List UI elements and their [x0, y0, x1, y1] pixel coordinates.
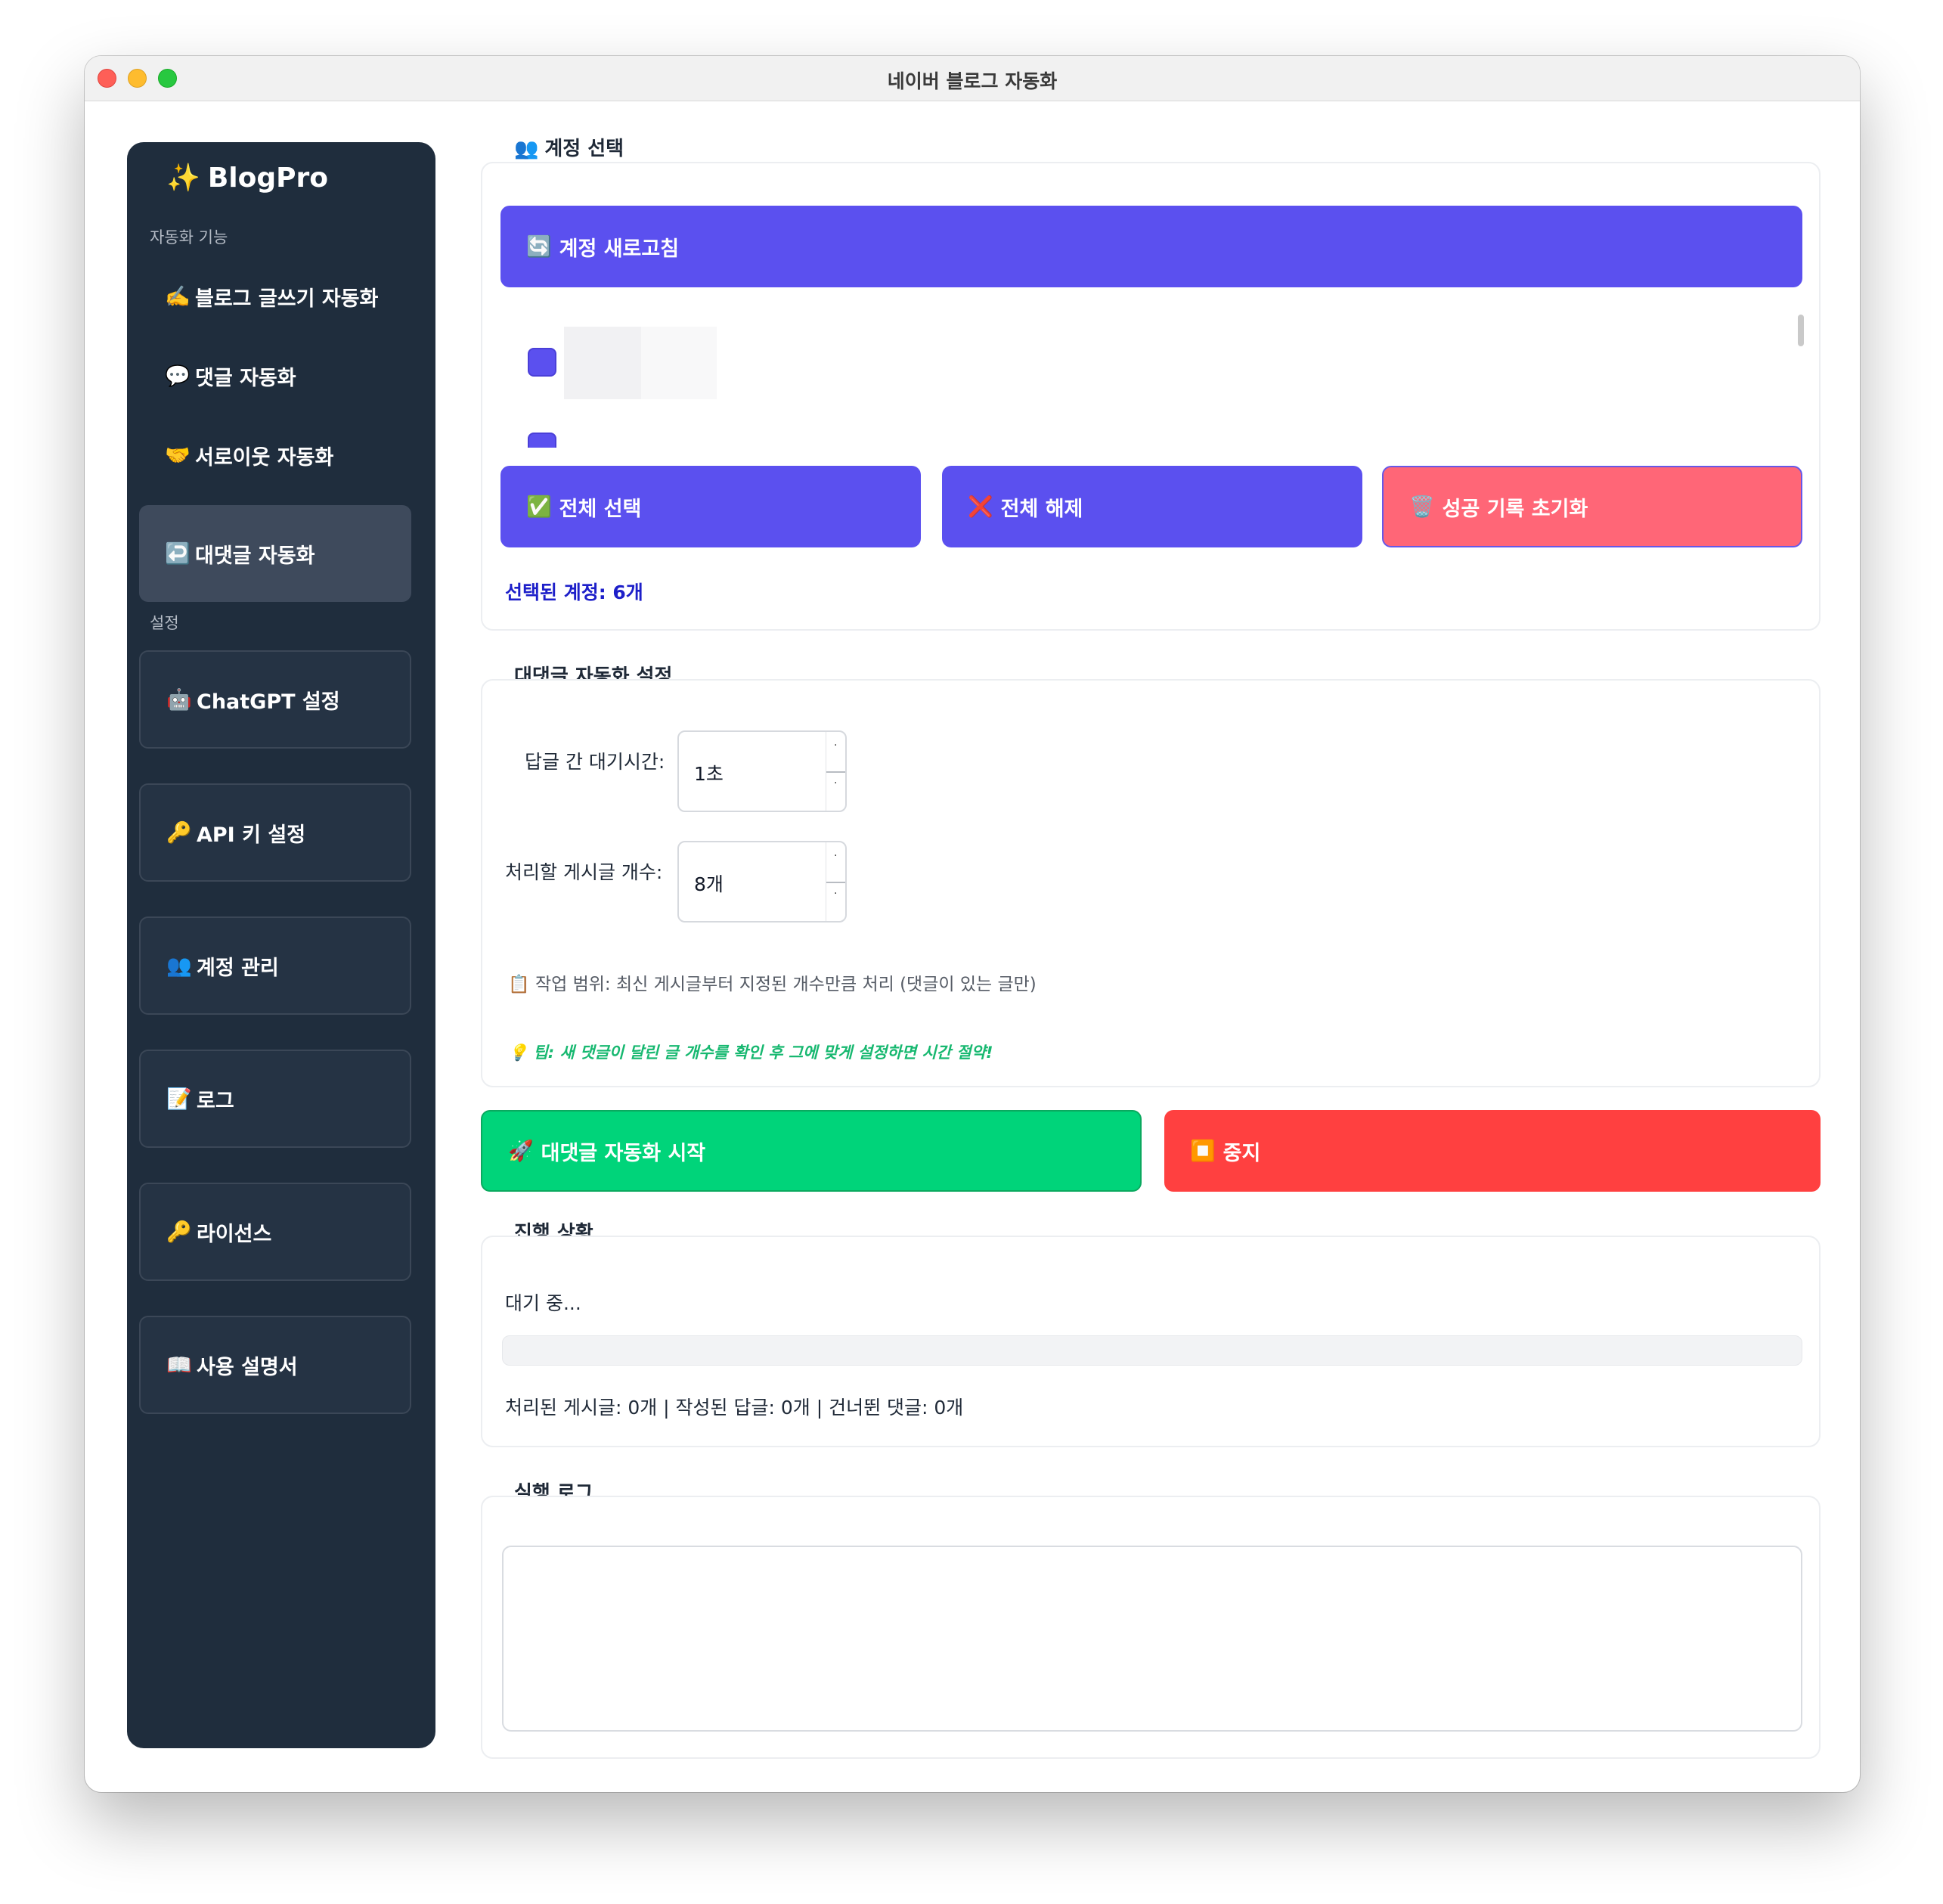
check-mark-icon: ✅: [526, 495, 552, 519]
sidebar-item-chatgpt-settings[interactable]: 🤖 ChatGPT 설정: [139, 650, 411, 749]
select-all-label: 전체 선택: [559, 497, 642, 521]
work-scope-info: 📋 작업 범위: 최신 게시글부터 지정된 개수만큼 처리 (댓글이 있는 글만…: [508, 969, 1037, 995]
sidebar: ✨ BlogPro 자동화 기능 ✍️ 블로그 글쓰기 자동화 💬 댓글 자동화 …: [127, 142, 435, 1748]
trash-icon: 🗑️: [1409, 495, 1435, 519]
start-reply-automation-button[interactable]: 🚀 대댓글 자동화 시작: [481, 1110, 1142, 1192]
stop-button[interactable]: ⏹️ 중지: [1164, 1110, 1821, 1192]
brand-logo: ✨ BlogPro: [166, 162, 328, 194]
sidebar-item-label: 댓글 자동화: [195, 366, 296, 390]
users-icon: 👥: [514, 138, 539, 160]
post-count-label: 처리할 게시글 개수:: [505, 861, 663, 883]
refresh-accounts-button[interactable]: 🔄 계정 새로고침: [500, 206, 1802, 287]
decrement-icon[interactable]: ·: [834, 888, 837, 900]
stop-label: 중지: [1223, 1141, 1261, 1165]
account-list-scrollbar[interactable]: [1798, 315, 1804, 346]
wait-time-spinbox[interactable]: 1초 · ·: [677, 730, 847, 812]
brand-name: BlogPro: [207, 163, 328, 194]
execution-log-area[interactable]: [502, 1546, 1802, 1732]
users-icon: 👥: [166, 954, 192, 978]
selected-account-count: 선택된 계정: 6개: [505, 581, 643, 603]
sidebar-item-license[interactable]: 🔑 라이선스: [139, 1183, 411, 1281]
refresh-icon: 🔄: [526, 235, 552, 259]
progress-status: 대기 중...: [505, 1292, 581, 1314]
cross-mark-icon: ❌: [968, 495, 993, 519]
account-checkbox[interactable]: [528, 433, 556, 448]
increment-icon[interactable]: ·: [834, 850, 837, 862]
post-count-spinbox[interactable]: 8개 · ·: [677, 841, 847, 923]
sidebar-item-reply[interactable]: ↩️ 대댓글 자동화: [139, 505, 411, 602]
reply-settings-card: 답글 간 대기시간: 1초 · · 처리할 게시글 개수: 8개 · · 📋 작…: [481, 679, 1821, 1087]
select-all-button[interactable]: ✅ 전체 선택: [500, 466, 921, 547]
sidebar-item-api-key[interactable]: 🔑 API 키 설정: [139, 783, 411, 882]
log-card: [481, 1496, 1821, 1759]
progress-stats: 처리된 게시글: 0개 | 작성된 답글: 0개 | 건너뛴 댓글: 0개: [505, 1397, 964, 1419]
key-icon: 🔑: [166, 1220, 192, 1244]
post-count-stepper[interactable]: · ·: [826, 842, 845, 921]
reset-success-label: 성공 기록 초기화: [1442, 497, 1588, 521]
open-book-icon: 📖: [166, 1354, 192, 1377]
sidebar-item-label: 로그: [197, 1089, 234, 1113]
account-list[interactable]: [528, 312, 1798, 448]
sidebar-item-label: 대댓글 자동화: [195, 544, 315, 568]
deselect-all-button[interactable]: ❌ 전체 해제: [942, 466, 1362, 547]
sidebar-item-label: 라이선스: [197, 1222, 272, 1246]
account-card: 🔄 계정 새로고침 ✅ 전체 선택 ❌ 전체 해제 🗑️ 성공 기록 초기화 선택된 계…: [481, 162, 1821, 631]
tip-text: 팁: 새 댓글이 달린 글 개수를 확인 후 그에 맞게 설정하면 시간 절약!: [533, 1043, 993, 1062]
robot-icon: 🤖: [166, 688, 192, 712]
sidebar-section-automation: 자동화 기능: [150, 228, 228, 247]
clipboard-icon: 📋: [508, 975, 530, 994]
decrement-icon[interactable]: ·: [834, 777, 837, 789]
handshake-icon: 🤝: [165, 444, 191, 467]
sidebar-item-account-management[interactable]: 👥 계정 관리: [139, 916, 411, 1015]
deselect-all-label: 전체 해제: [1000, 497, 1083, 521]
sidebar-item-label: 블로그 글쓰기 자동화: [195, 287, 379, 311]
account-name-placeholder: [641, 327, 717, 399]
progress-card: 대기 중... 처리된 게시글: 0개 | 작성된 답글: 0개 | 건너뛴 댓…: [481, 1236, 1821, 1447]
sidebar-section-settings: 설정: [150, 614, 179, 632]
sidebar-item-label: 사용 설명서: [197, 1355, 298, 1379]
wait-time-stepper[interactable]: · ·: [826, 732, 845, 811]
sparkles-icon: ✨: [166, 163, 200, 194]
wait-time-value: 1초: [694, 763, 724, 785]
app-window: 네이버 블로그 자동화 ✨ BlogPro 자동화 기능 ✍️ 블로그 글쓰기 자…: [85, 56, 1860, 1792]
window-title: 네이버 블로그 자동화: [887, 70, 1058, 92]
rocket-icon: 🚀: [508, 1140, 534, 1163]
tip-info: 💡 팁: 새 댓글이 달린 글 개수를 확인 후 그에 맞게 설정하면 시간 절…: [508, 1040, 993, 1063]
sidebar-item-user-manual[interactable]: 📖 사용 설명서: [139, 1316, 411, 1414]
speech-bubble-icon: 💬: [165, 364, 191, 388]
sidebar-item-log[interactable]: 📝 로그: [139, 1050, 411, 1148]
memo-icon: 📝: [166, 1087, 192, 1111]
increment-icon[interactable]: ·: [834, 740, 837, 752]
account-checkbox[interactable]: [528, 348, 556, 377]
sidebar-item-label: API 키 설정: [197, 823, 306, 847]
account-section-title-text: 계정 선택: [544, 138, 624, 160]
work-scope-text: 작업 범위: 최신 게시글부터 지정된 개수만큼 처리 (댓글이 있는 글만): [535, 975, 1037, 994]
sidebar-item-label: 서로이웃 자동화: [195, 445, 334, 470]
title-bar: 네이버 블로그 자동화: [85, 56, 1860, 101]
sidebar-item-neighbor[interactable]: 🤝 서로이웃 자동화: [139, 407, 411, 504]
sidebar-item-label: 계정 관리: [197, 956, 279, 980]
start-label: 대댓글 자동화 시작: [541, 1141, 706, 1165]
account-avatar: [564, 327, 641, 399]
progress-bar: [502, 1335, 1802, 1366]
wait-time-label: 답글 간 대기시간:: [525, 751, 665, 773]
reset-success-history-button[interactable]: 🗑️ 성공 기록 초기화: [1382, 466, 1802, 547]
reply-arrow-icon: ↩️: [165, 542, 191, 566]
writing-hand-icon: ✍️: [165, 285, 191, 309]
stop-icon: ⏹️: [1190, 1140, 1216, 1163]
light-bulb-icon: 💡: [508, 1043, 528, 1062]
key-icon: 🔑: [166, 821, 192, 845]
sidebar-item-label: ChatGPT 설정: [197, 690, 340, 714]
post-count-value: 8개: [694, 873, 724, 895]
refresh-accounts-label: 계정 새로고침: [559, 237, 680, 261]
account-section-title: 👥 계정 선택: [514, 133, 624, 161]
